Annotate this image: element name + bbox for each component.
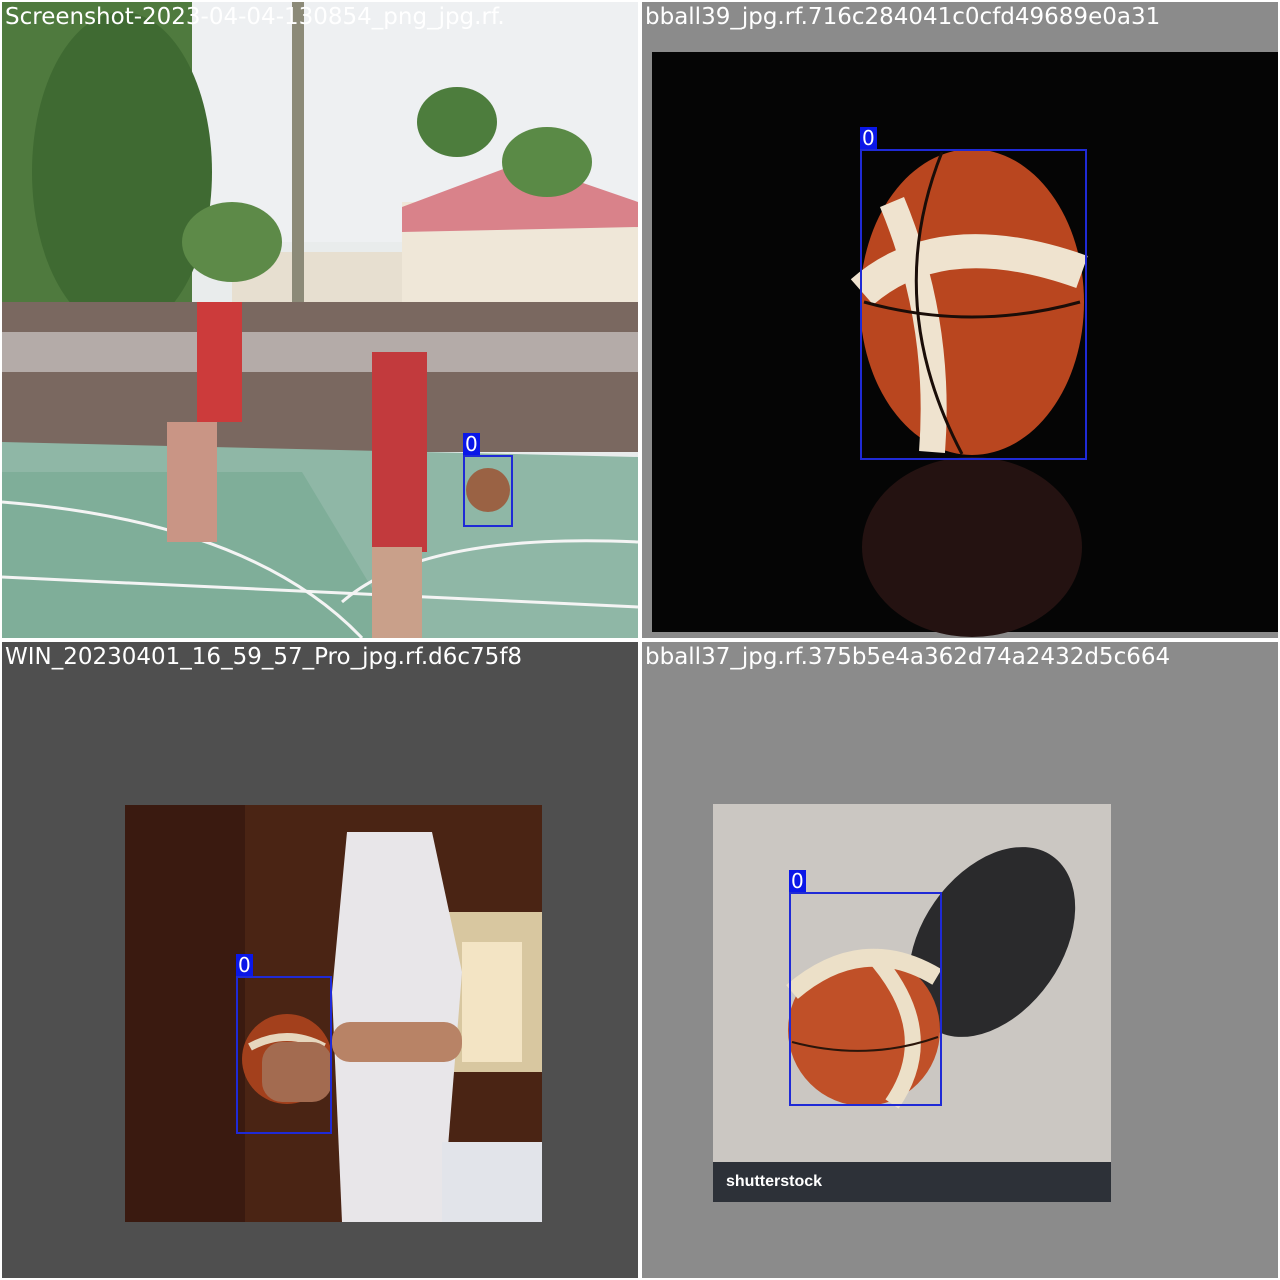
image-tile-2[interactable]: bball39_jpg.rf.716c284041c0cfd49689e0a31… [642,2,1278,638]
image-tile-1[interactable]: Screenshot-2023-04-04-130854_png_jpg.rf.… [2,2,638,638]
image-filename: bball39_jpg.rf.716c284041c0cfd49689e0a31 [645,4,1161,30]
class-label: 0 [789,869,806,893]
image-tile-4[interactable]: shutterstock bball37_jpg.rf.375b5e4a362d… [642,642,1278,1278]
image-filename: bball37_jpg.rf.375b5e4a362d74a2432d5c664 [645,644,1171,670]
class-label: 0 [860,126,877,150]
bounding-box[interactable] [463,455,513,527]
image-grid: Screenshot-2023-04-04-130854_png_jpg.rf.… [0,0,1280,1280]
indoor-photo [125,805,542,1222]
class-label: 0 [463,432,480,456]
class-label: 0 [236,953,253,977]
bounding-box[interactable] [236,976,332,1134]
bounding-box[interactable] [789,892,942,1106]
image-filename: WIN_20230401_16_59_57_Pro_jpg.rf.d6c75f8 [5,644,523,670]
image-filename: Screenshot-2023-04-04-130854_png_jpg.rf. [5,4,505,30]
bounding-box[interactable] [860,149,1087,460]
watermark-text: shutterstock [726,1173,823,1190]
court-photo [2,2,638,638]
image-tile-3[interactable]: WIN_20230401_16_59_57_Pro_jpg.rf.d6c75f8… [2,642,638,1278]
